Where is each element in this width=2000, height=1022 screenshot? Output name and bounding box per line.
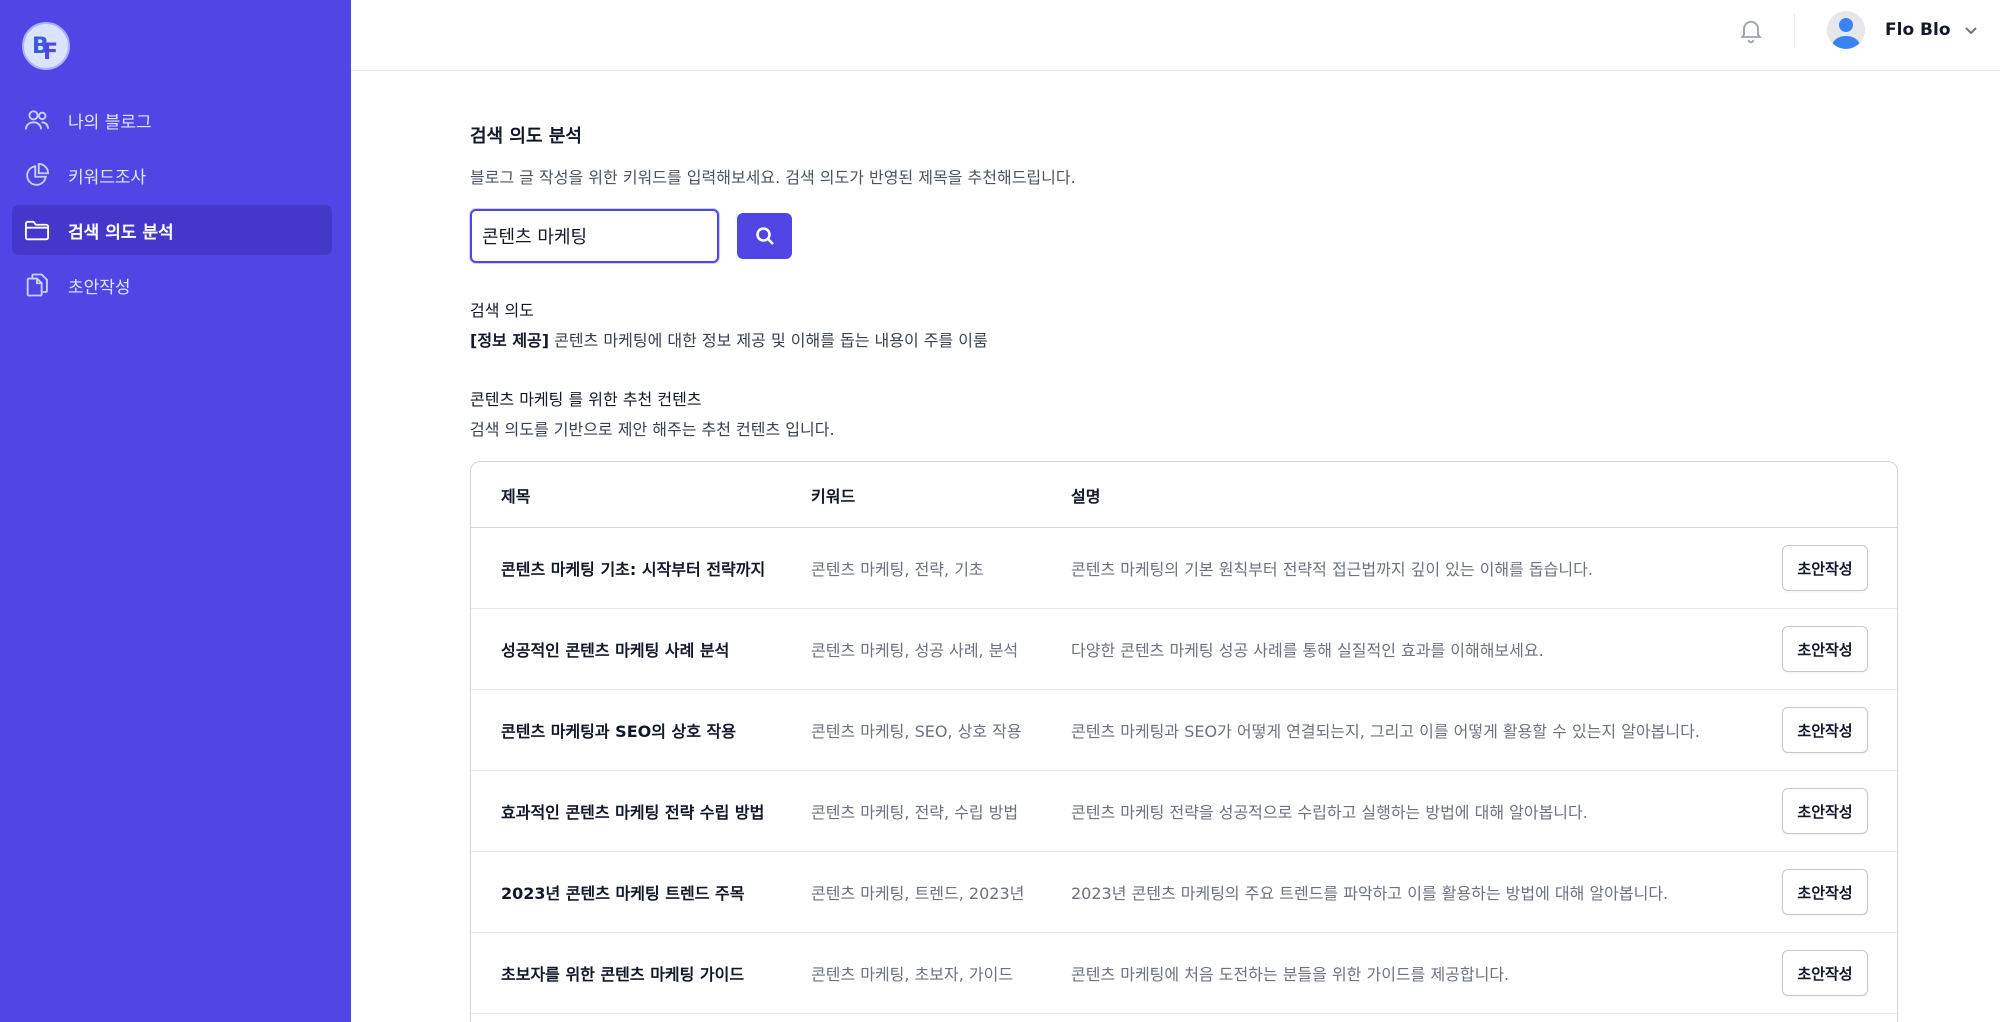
header-keywords: 키워드 [811, 486, 856, 506]
user-name[interactable]: Flo Blo [1885, 20, 1951, 40]
row-keywords: 콘텐츠 마케팅, SEO, 상호 작용 [811, 722, 1022, 741]
search-intent-label: 검색 의도 [470, 301, 534, 320]
row-keywords: 콘텐츠 마케팅, 성공 사례, 분석 [811, 641, 1019, 660]
table-row: 성공적인 콘텐츠 마케팅 사례 분석 콘텐츠 마케팅, 성공 사례, 분석 다양… [471, 609, 1897, 690]
header-divider [1794, 14, 1795, 48]
row-title: 초보자를 위한 콘텐츠 마케팅 가이드 [501, 965, 745, 984]
pie-chart-icon [22, 160, 52, 190]
avatar[interactable] [1827, 11, 1865, 49]
draft-button[interactable]: 초안작성 [1782, 950, 1868, 996]
intent-tag: [정보 제공] [470, 331, 550, 350]
row-title: 콘텐츠 마케팅과 SEO의 상호 작용 [501, 722, 736, 741]
folder-icon [22, 215, 52, 245]
user-avatar-icon [1827, 11, 1865, 49]
recommend-table: 제목 키워드 설명 콘텐츠 마케팅 기초: 시작부터 전략까지 콘텐츠 마케팅,… [470, 461, 1898, 1022]
recommend-description: 검색 의도를 기반으로 제안 해주는 추천 컨텐츠 입니다. [470, 420, 835, 439]
table-row: 콘텐츠 마케팅과 SEO의 상호 작용 콘텐츠 마케팅, SEO, 상호 작용 … [471, 690, 1897, 771]
row-title: 2023년 콘텐츠 마케팅 트렌드 주목 [501, 884, 745, 903]
header-title: 제목 [501, 486, 531, 506]
bell-icon[interactable] [1737, 16, 1765, 44]
sidebar-nav: 나의 블로그 키워드조사 검색 의도 분석 초안작성 [12, 95, 332, 315]
row-keywords: 콘텐츠 마케팅, 전략, 수립 방법 [811, 803, 1019, 822]
logo-icon: B F [32, 34, 58, 65]
sidebar-item-my-blog[interactable]: 나의 블로그 [12, 95, 332, 145]
sidebar-item-label: 나의 블로그 [68, 112, 152, 133]
app-logo[interactable]: B F [22, 22, 70, 70]
sidebar-item-label: 초안작성 [68, 277, 131, 298]
row-title: 성공적인 콘텐츠 마케팅 사례 분석 [501, 641, 730, 660]
row-description: 콘텐츠 마케팅과 SEO가 어떻게 연결되는지, 그리고 이를 어떻게 활용할 … [1071, 722, 1700, 741]
table-row: 2023년 콘텐츠 마케팅 트렌드 주목 콘텐츠 마케팅, 트렌드, 2023년… [471, 852, 1897, 933]
documents-icon [22, 270, 52, 300]
chevron-down-icon[interactable] [1963, 22, 1979, 38]
row-keywords: 콘텐츠 마케팅, 트렌드, 2023년 [811, 884, 1025, 903]
table-header: 제목 키워드 설명 [471, 462, 1897, 528]
row-keywords: 콘텐츠 마케팅, 전략, 기초 [811, 560, 984, 579]
header-description: 설명 [1071, 486, 1101, 506]
sidebar: B F 나의 블로그 키워드조사 검색 의도 분석 초안작성 [0, 0, 351, 1022]
row-title: 효과적인 콘텐츠 마케팅 전략 수립 방법 [501, 803, 765, 822]
row-description: 콘텐츠 마케팅에 처음 도전하는 분들을 위한 가이드를 제공합니다. [1071, 965, 1510, 984]
table-row: 콘텐츠 마케팅 기초: 시작부터 전략까지 콘텐츠 마케팅, 전략, 기초 콘텐… [471, 528, 1897, 609]
row-description: 2023년 콘텐츠 마케팅의 주요 트렌드를 파악하고 이를 활용하는 방법에 … [1071, 884, 1669, 903]
svg-text:F: F [43, 40, 58, 65]
keyword-search-input[interactable] [470, 209, 719, 263]
table-row: 효과적인 콘텐츠 마케팅 전략 수립 방법 콘텐츠 마케팅, 전략, 수립 방법… [471, 771, 1897, 852]
users-icon [22, 105, 52, 135]
sidebar-item-draft[interactable]: 초안작성 [12, 260, 332, 310]
row-keywords: 콘텐츠 마케팅, 초보자, 가이드 [811, 965, 1014, 984]
top-bar: Flo Blo [351, 0, 2000, 71]
draft-button[interactable]: 초안작성 [1782, 626, 1868, 672]
page-description: 블로그 글 작성을 위한 키워드를 입력해보세요. 검색 의도가 반영된 제목을… [470, 168, 1076, 187]
sidebar-item-label: 검색 의도 분석 [68, 222, 174, 243]
search-button[interactable] [737, 213, 792, 259]
row-description: 다양한 콘텐츠 마케팅 성공 사례를 통해 실질적인 효과를 이해해보세요. [1071, 641, 1544, 660]
search-intent-result: [정보 제공] 콘텐츠 마케팅에 대한 정보 제공 및 이해를 돕는 내용이 주… [470, 327, 988, 351]
sidebar-item-search-intent[interactable]: 검색 의도 분석 [12, 205, 332, 255]
row-description: 콘텐츠 마케팅의 기본 원칙부터 전략적 접근법까지 깊이 있는 이해를 돕습니… [1071, 560, 1593, 579]
sidebar-item-label: 키워드조사 [68, 167, 147, 188]
table-row: 초보자를 위한 콘텐츠 마케팅 가이드 콘텐츠 마케팅, 초보자, 가이드 콘텐… [471, 933, 1897, 1014]
intent-text: 콘텐츠 마케팅에 대한 정보 제공 및 이해를 돕는 내용이 주를 이룸 [549, 331, 988, 350]
draft-button[interactable]: 초안작성 [1782, 869, 1868, 915]
draft-button[interactable]: 초안작성 [1782, 545, 1868, 591]
search-icon [755, 227, 774, 245]
draft-button[interactable]: 초안작성 [1782, 707, 1868, 753]
page-title: 검색 의도 분석 [470, 126, 582, 147]
draft-button[interactable]: 초안작성 [1782, 788, 1868, 834]
recommend-title: 콘텐츠 마케팅 를 위한 추천 컨텐츠 [470, 390, 702, 409]
row-title: 콘텐츠 마케팅 기초: 시작부터 전략까지 [501, 560, 766, 579]
sidebar-item-keyword-research[interactable]: 키워드조사 [12, 150, 332, 200]
row-description: 콘텐츠 마케팅 전략을 성공적으로 수립하고 실행하는 방법에 대해 알아봅니다… [1071, 803, 1588, 822]
